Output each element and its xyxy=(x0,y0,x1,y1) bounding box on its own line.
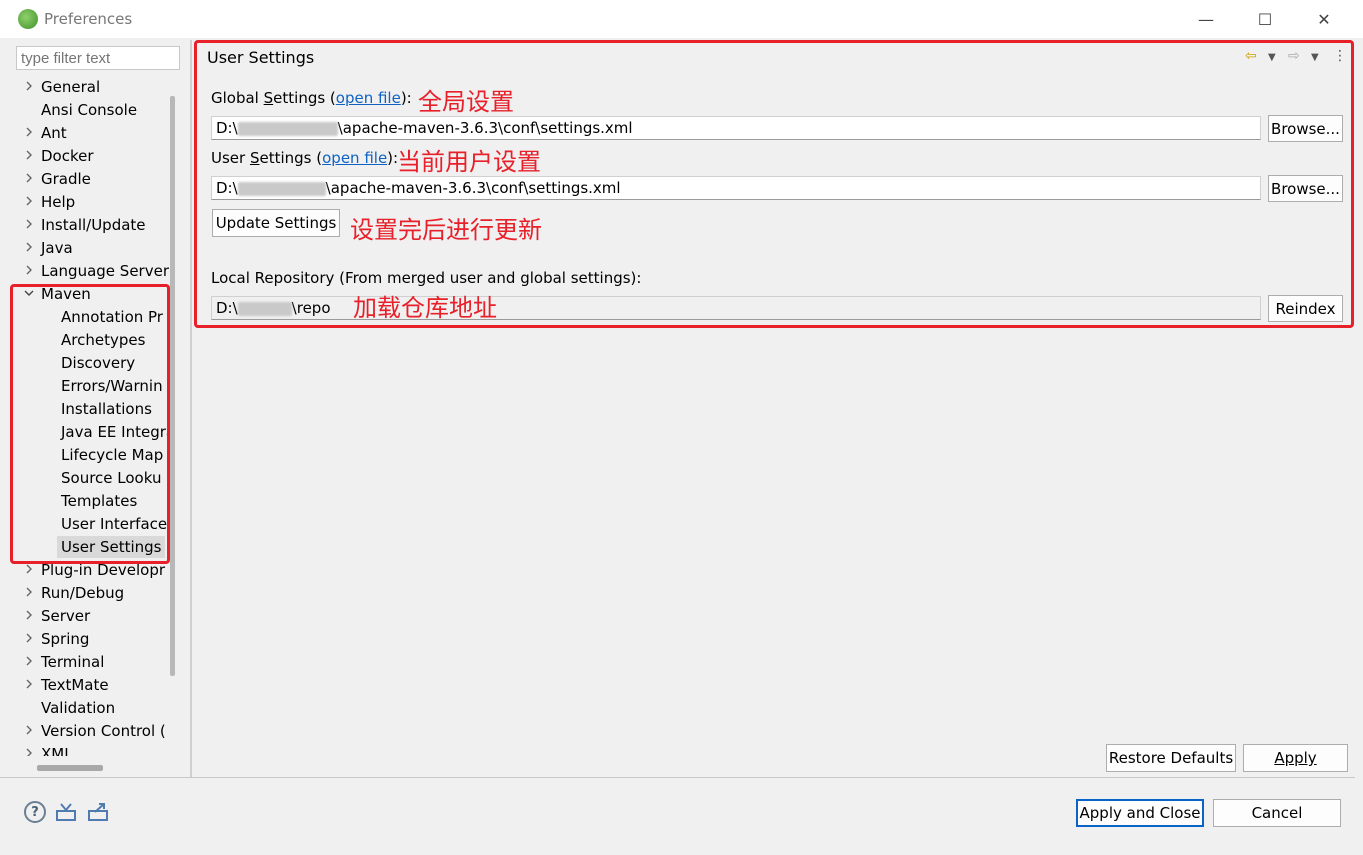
user-settings-highlight-box xyxy=(194,40,1354,328)
tree-item[interactable]: Java xyxy=(41,237,77,259)
tree-item-label: Ansi Console xyxy=(41,101,138,119)
chevron-right-icon[interactable] xyxy=(23,173,35,186)
chevron-right-icon[interactable] xyxy=(23,150,35,163)
tree-item[interactable]: Spring xyxy=(41,628,93,650)
chevron-right-icon[interactable] xyxy=(23,633,35,646)
apply-and-close-button[interactable]: Apply and Close xyxy=(1076,799,1204,827)
chevron-right-icon[interactable] xyxy=(23,564,35,577)
tree-item[interactable]: Validation xyxy=(41,697,119,719)
window-title: Preferences xyxy=(44,10,133,28)
tree-item[interactable]: Gradle xyxy=(41,168,95,190)
footer-divider xyxy=(0,777,1355,778)
chevron-right-icon[interactable] xyxy=(23,656,35,669)
tree-item-label: Validation xyxy=(41,699,116,717)
tree-item[interactable]: Version Control ( xyxy=(41,720,170,742)
tree-item-label: Run/Debug xyxy=(41,584,125,602)
chevron-right-icon[interactable] xyxy=(23,127,35,140)
chevron-right-icon[interactable] xyxy=(23,81,35,94)
tree-vertical-scrollbar[interactable] xyxy=(170,96,175,676)
chevron-right-icon[interactable] xyxy=(23,196,35,209)
tree-item-label: Java xyxy=(41,239,73,257)
tree-item[interactable]: XML xyxy=(41,743,77,756)
tree-item[interactable]: Language Server xyxy=(41,260,172,282)
tree-item[interactable]: Run/Debug xyxy=(41,582,128,604)
tree-item[interactable]: Ansi Console xyxy=(41,99,141,121)
title-bar xyxy=(0,0,1363,38)
tree-item-label: Spring xyxy=(41,630,90,648)
apply-button[interactable]: Apply xyxy=(1243,744,1348,772)
tree-item[interactable]: Ant xyxy=(41,122,71,144)
tree-item-label: Terminal xyxy=(41,653,105,671)
restore-defaults-button[interactable]: Restore Defaults xyxy=(1106,744,1236,772)
tree-item-label: Install/Update xyxy=(41,216,146,234)
chevron-right-icon[interactable] xyxy=(23,725,35,738)
tree-item-label: Ant xyxy=(41,124,67,142)
tree-item-label: Version Control ( xyxy=(41,722,166,740)
chevron-right-icon[interactable] xyxy=(23,679,35,692)
tree-item-label: Server xyxy=(41,607,91,625)
app-icon xyxy=(18,9,38,29)
tree-item-label: Help xyxy=(41,193,76,211)
chevron-right-icon[interactable] xyxy=(23,265,35,278)
tree-item-label: Language Server xyxy=(41,262,169,280)
export-icon[interactable] xyxy=(87,801,109,823)
tree-item-label: Gradle xyxy=(41,170,91,188)
close-button[interactable]: ✕ xyxy=(1304,6,1344,32)
maven-highlight-box xyxy=(10,284,170,564)
import-icon[interactable] xyxy=(55,801,77,823)
chevron-right-icon[interactable] xyxy=(23,219,35,232)
tree-item-label: General xyxy=(41,78,101,96)
chevron-right-icon[interactable] xyxy=(23,610,35,623)
tree-horizontal-scrollbar[interactable] xyxy=(37,765,103,771)
tree-item[interactable]: Server xyxy=(41,605,94,627)
tree-item[interactable]: TextMate xyxy=(41,674,113,696)
tree-item[interactable]: Help xyxy=(41,191,79,213)
chevron-right-icon[interactable] xyxy=(23,242,35,255)
filter-input[interactable] xyxy=(16,46,180,70)
help-icon[interactable]: ? xyxy=(24,801,46,823)
tree-item[interactable]: Terminal xyxy=(41,651,108,673)
splitter[interactable] xyxy=(190,40,192,778)
tree-item[interactable]: Docker xyxy=(41,145,98,167)
tree-item[interactable]: General xyxy=(41,76,104,98)
chevron-right-icon[interactable] xyxy=(23,748,35,756)
chevron-right-icon[interactable] xyxy=(23,587,35,600)
tree-item-label: TextMate xyxy=(41,676,109,694)
cancel-button[interactable]: Cancel xyxy=(1213,799,1341,827)
tree-item[interactable]: Install/Update xyxy=(41,214,150,236)
tree-item-label: XML xyxy=(41,745,73,756)
minimize-button[interactable]: — xyxy=(1186,6,1226,32)
tree-item-label: Docker xyxy=(41,147,94,165)
maximize-button[interactable]: ☐ xyxy=(1245,6,1285,32)
